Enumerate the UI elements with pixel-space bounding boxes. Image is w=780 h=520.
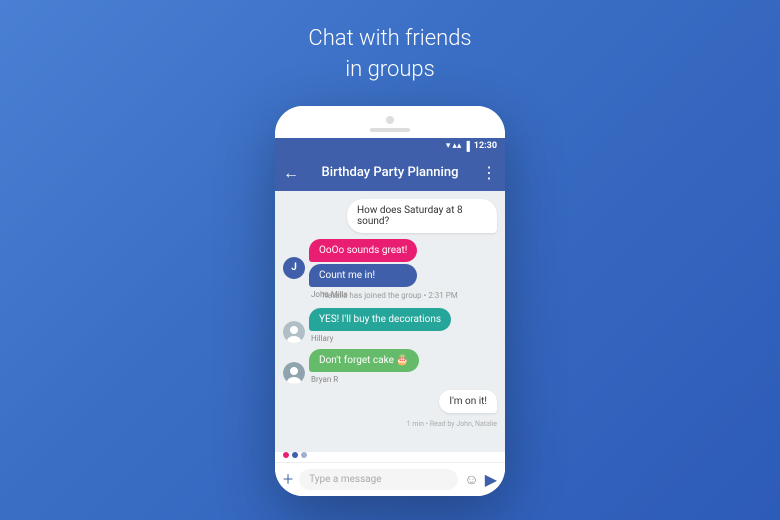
chat-messages: How does Saturday at 8 sound? OoOo sound… xyxy=(275,191,505,452)
msg-group-hillary: YES! I'll buy the decorations Hillary xyxy=(309,308,451,343)
chat-footer: + Type a message ☺ ▶ xyxy=(275,462,505,496)
status-time: 12:30 xyxy=(474,141,497,151)
hero-line2: in groups xyxy=(345,57,435,82)
system-text: Natalie has joined the group • 2:31 PM xyxy=(322,291,458,300)
avatar-hillary xyxy=(283,321,305,343)
message-6: Don't forget cake 🎂 Bryan R xyxy=(283,349,497,384)
chat-header: ← Birthday Party Planning ⋮ xyxy=(275,155,505,191)
more-button[interactable]: ⋮ xyxy=(481,163,497,182)
bubble-green: Don't forget cake 🎂 xyxy=(309,349,419,372)
emoji-button[interactable]: ☺ xyxy=(464,471,478,488)
avatar-row-john: J xyxy=(283,257,497,279)
wifi-icon: ▾ xyxy=(446,141,451,151)
dot-2 xyxy=(292,452,298,458)
message-1: How does Saturday at 8 sound? xyxy=(283,199,497,233)
read-receipt: 1 min • Read by John, Natalie xyxy=(283,420,497,428)
sender-hillary: Hillary xyxy=(311,334,451,343)
dot-1 xyxy=(283,452,289,458)
phone-speaker xyxy=(370,128,410,132)
status-bar: ▾ ▴▴ ▐ 12:30 xyxy=(275,138,505,155)
signal-icon: ▴▴ xyxy=(452,141,461,151)
bubble-teal: YES! I'll buy the decorations xyxy=(309,308,451,331)
add-button[interactable]: + xyxy=(283,469,293,490)
msg-text-2: I'm on it! xyxy=(449,396,487,407)
avatar-john: J xyxy=(283,257,305,279)
battery-icon: ▐ xyxy=(463,141,469,152)
message-placeholder: Type a message xyxy=(309,474,381,485)
hero-line1: Chat with friends xyxy=(308,26,471,51)
phone-camera xyxy=(386,116,394,124)
dots-row xyxy=(275,452,505,462)
chat-footer-section: + Type a message ☺ ▶ xyxy=(275,452,505,496)
avatar-bryan xyxy=(283,362,305,384)
message-input[interactable]: Type a message xyxy=(299,469,458,490)
bubble-right-2: I'm on it! xyxy=(439,390,497,413)
status-icons: ▾ ▴▴ ▐ xyxy=(446,141,470,152)
phone: ▾ ▴▴ ▐ 12:30 ← Birthday Party Planning ⋮… xyxy=(275,106,505,496)
message-5: YES! I'll buy the decorations Hillary xyxy=(283,308,497,343)
back-button[interactable]: ← xyxy=(283,163,299,183)
dot-3 xyxy=(301,452,307,458)
msg-text: How does Saturday at 8 sound? xyxy=(357,205,463,227)
sender-bryan: Bryan R xyxy=(311,375,419,384)
send-button[interactable]: ▶ xyxy=(485,470,497,489)
bubble-right: How does Saturday at 8 sound? xyxy=(347,199,497,233)
system-message: Natalie has joined the group • 2:31 PM xyxy=(283,291,497,300)
msg-group-bryan: Don't forget cake 🎂 Bryan R xyxy=(309,349,419,384)
message-7: I'm on it! xyxy=(283,390,497,413)
hero-section: Chat with friends in groups xyxy=(308,24,471,106)
chat-title: Birthday Party Planning xyxy=(305,165,475,180)
phone-top xyxy=(275,106,505,138)
